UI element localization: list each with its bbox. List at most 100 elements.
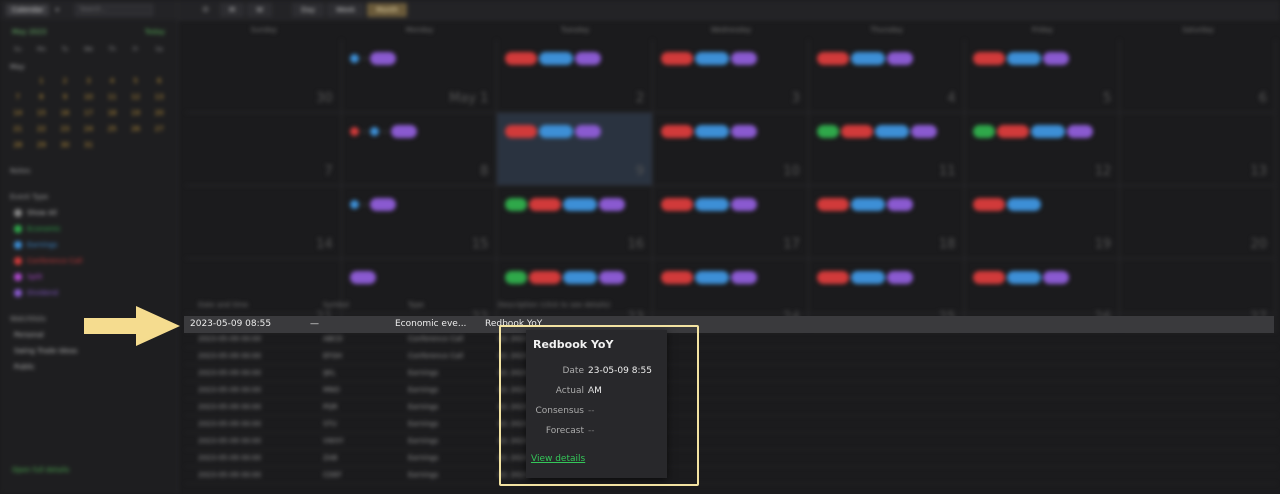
column-header[interactable]: Symbol	[323, 296, 408, 314]
mini-day[interactable]: 18	[100, 109, 124, 117]
table-row[interactable]: 2023-05-09 00:00 VWXY Earnings Q1 2023	[186, 433, 1276, 450]
mini-day[interactable]: 19	[124, 109, 148, 117]
event-pill[interactable]	[731, 198, 758, 211]
event-pill[interactable]	[599, 198, 626, 211]
mini-day[interactable]: 8	[30, 93, 54, 101]
calendar-day-cell[interactable]: 4	[808, 40, 965, 113]
today-button[interactable]: Today	[145, 28, 165, 36]
table-row[interactable]: 2023-05-09 00:00 MNO Earnings Q1 2023	[186, 382, 1276, 399]
event-pill[interactable]	[972, 271, 1005, 284]
mini-day[interactable]: 14	[6, 109, 30, 117]
table-row[interactable]: 2023-05-09 00:00 ZAB Earnings Q1 2023	[186, 450, 1276, 467]
mini-day[interactable]: 11	[100, 93, 124, 101]
mini-day[interactable]: 31	[77, 141, 101, 149]
mini-day[interactable]: 1	[30, 77, 54, 85]
event-pill[interactable]	[850, 52, 885, 65]
mini-day[interactable]: 3	[77, 77, 101, 85]
event-pill[interactable]	[505, 198, 528, 211]
event-dot[interactable]	[349, 127, 359, 136]
event-pill[interactable]	[850, 271, 885, 284]
search-input[interactable]: Search...	[75, 4, 153, 16]
event-pill[interactable]	[539, 52, 574, 65]
dropdown-icon[interactable]: ▾	[55, 6, 59, 14]
mini-day[interactable]: 29	[30, 141, 54, 149]
event-pill[interactable]	[972, 52, 1005, 65]
calendar-day-cell[interactable]: ···· May 1	[341, 40, 498, 113]
calendar-day-cell[interactable]: 17	[653, 186, 809, 259]
event-pill[interactable]	[575, 52, 602, 65]
event-pill[interactable]	[886, 52, 913, 65]
event-pill[interactable]	[816, 198, 849, 211]
event-pill[interactable]	[1042, 52, 1069, 65]
event-type-item[interactable]: Dividend	[0, 285, 177, 301]
view-button[interactable]: W	[247, 2, 273, 17]
mini-day[interactable]: 27	[147, 125, 171, 133]
mini-day[interactable]: 24	[77, 125, 101, 133]
mini-day[interactable]: 6	[147, 77, 171, 85]
event-pill[interactable]	[349, 271, 376, 284]
event-pill[interactable]	[731, 271, 758, 284]
event-pill[interactable]	[505, 271, 528, 284]
watchlist-item[interactable]: Public	[0, 359, 177, 375]
calendar-day-cell[interactable]: 13	[1120, 113, 1276, 186]
event-type-item[interactable]: Economic	[0, 221, 177, 237]
calendar-day-cell[interactable]: 16	[497, 186, 654, 259]
event-pill[interactable]	[563, 271, 598, 284]
calendar-day-cell[interactable]: 20	[1120, 186, 1276, 259]
event-type-item[interactable]: Show All	[0, 205, 177, 221]
event-pill[interactable]	[996, 125, 1029, 138]
event-pill[interactable]	[1006, 198, 1041, 211]
event-pill[interactable]	[539, 125, 574, 138]
mini-day[interactable]: 15	[30, 109, 54, 117]
calendar-day-cell[interactable]: 9	[497, 113, 654, 186]
mini-day[interactable]: 21	[6, 125, 30, 133]
view-button[interactable]: M	[220, 2, 245, 17]
event-dot[interactable]	[370, 127, 380, 136]
mini-day[interactable]: 22	[30, 125, 54, 133]
view-button[interactable]: Month	[367, 2, 408, 17]
event-pill[interactable]	[886, 198, 913, 211]
view-button[interactable]: Day	[292, 2, 324, 17]
table-row-selected[interactable]: 2023-05-09 08:55 — Economic eve... Redbo…	[184, 316, 1274, 333]
event-pill[interactable]	[1042, 271, 1069, 284]
open-details-link[interactable]: Open full details	[12, 466, 69, 474]
event-pill[interactable]	[731, 125, 758, 138]
column-header[interactable]: Type	[408, 296, 498, 314]
calendar-day-cell[interactable]: 5	[964, 40, 1121, 113]
event-pill[interactable]	[563, 198, 598, 211]
calendar-day-cell[interactable]: 19	[964, 186, 1121, 259]
event-pill[interactable]	[850, 198, 885, 211]
event-pill[interactable]	[661, 125, 694, 138]
calendar-day-cell[interactable]: 11	[808, 113, 965, 186]
event-pill[interactable]	[575, 125, 602, 138]
settings-icon[interactable]: ⚙	[202, 5, 209, 14]
event-pill[interactable]	[529, 198, 562, 211]
event-pill[interactable]	[874, 125, 909, 138]
table-row[interactable]: 2023-05-09 00:00 EFGH Conference Call Q1 20…	[186, 348, 1276, 365]
event-pill[interactable]	[816, 271, 849, 284]
event-pill[interactable]	[1006, 52, 1041, 65]
calendar-day-cell[interactable]: ···· 15	[341, 186, 498, 259]
mini-day[interactable]: 12	[124, 93, 148, 101]
calendar-day-cell[interactable]: 2	[497, 40, 654, 113]
event-type-item[interactable]: Earnings	[0, 237, 177, 253]
mini-day[interactable]: 10	[77, 93, 101, 101]
mini-day[interactable]: 20	[147, 109, 171, 117]
event-type-item[interactable]: Split	[0, 269, 177, 285]
mini-day[interactable]: 28	[6, 141, 30, 149]
calendar-day-cell[interactable]: 30	[186, 40, 342, 113]
table-row[interactable]: 2023-05-09 00:00 CDEF Earnings Q1 2023	[186, 467, 1276, 484]
event-pill[interactable]	[505, 125, 538, 138]
event-pill[interactable]	[695, 271, 730, 284]
event-pill[interactable]	[731, 52, 758, 65]
event-pill[interactable]	[695, 125, 730, 138]
mini-day[interactable]: 26	[124, 125, 148, 133]
calendar-day-cell[interactable]: 3	[653, 40, 809, 113]
calendar-day-cell[interactable]: 18	[808, 186, 965, 259]
event-pill[interactable]	[370, 198, 397, 211]
mini-day[interactable]: 30	[53, 141, 77, 149]
table-row[interactable]: 2023-05-09 00:00 IJKL Earnings Q1 2023	[186, 365, 1276, 382]
calendar-day-cell[interactable]: 12	[964, 113, 1121, 186]
column-header[interactable]: Description (click to see details)	[498, 296, 1098, 314]
event-pill[interactable]	[1066, 125, 1093, 138]
